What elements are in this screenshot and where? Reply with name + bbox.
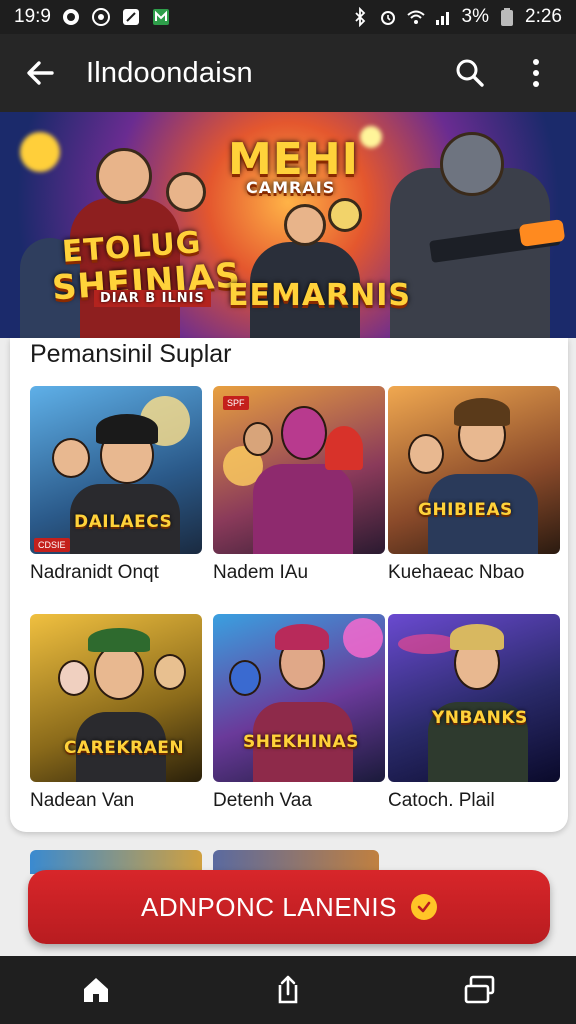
tile-art-text: CAREKRAEN — [64, 738, 185, 758]
app-bar: Ilndoondaisn — [0, 34, 576, 112]
tile-art-text: GHIBIEAS — [418, 500, 513, 520]
suggestions-card: Pemansinil Suplar DAILAECS CDSIE SPF GHI… — [10, 338, 568, 832]
game-tile-3[interactable]: GHIBIEAS — [388, 386, 560, 554]
tile-character-body — [253, 464, 353, 554]
tile-glow — [398, 634, 458, 654]
search-icon — [456, 59, 484, 87]
check-circle-icon — [411, 894, 437, 920]
back-button[interactable] — [18, 51, 62, 95]
banner-character-blonde-head — [328, 198, 362, 232]
home-icon — [84, 978, 108, 1002]
banner-character-left-head — [96, 148, 152, 204]
tile-character-hair — [454, 398, 510, 426]
tile-character-hair — [325, 426, 363, 470]
tile-character-face — [52, 438, 90, 478]
tile-art-text: SHEKHINAS — [243, 732, 359, 752]
tile-character-face — [94, 644, 144, 700]
tile-art-text: YNBANKS — [432, 708, 528, 728]
tile-character-face — [58, 660, 90, 696]
tile-character-face — [154, 654, 186, 690]
share-icon — [278, 975, 298, 1004]
banner-spark — [20, 132, 60, 172]
banner-spark — [360, 126, 382, 148]
app-bar-actions — [448, 51, 558, 95]
share-button[interactable] — [260, 962, 316, 1018]
primary-action-button[interactable]: ADNPONC LANENIS — [28, 870, 550, 944]
tile-character-hair — [450, 624, 504, 650]
page-title: Ilndoondaisn — [86, 56, 253, 89]
wifi-icon — [406, 7, 426, 27]
gallery-icon — [61, 7, 81, 27]
tile-badge: SPF — [223, 396, 249, 410]
game-tile-4[interactable]: CAREKRAEN — [30, 614, 202, 782]
recent-apps-button[interactable] — [452, 962, 508, 1018]
status-right: 3% 2:26 — [350, 6, 562, 28]
more-vert-icon — [533, 59, 539, 87]
tile-character-face — [229, 660, 261, 696]
banner-character-kid-head — [166, 172, 206, 212]
arrow-back-icon — [27, 61, 54, 85]
recent-apps-icon — [464, 975, 495, 1004]
game-tile-2[interactable]: SPF — [213, 386, 385, 554]
tile-label[interactable]: Nadean Van — [30, 790, 134, 812]
tile-label[interactable]: Catoch. Plail — [388, 790, 495, 812]
status-left: 19:9 — [14, 6, 171, 28]
settings-icon — [91, 7, 111, 27]
compass-icon — [121, 7, 141, 27]
tile-label[interactable]: Detenh Vaa — [213, 790, 312, 812]
game-tile-1[interactable]: DAILAECS CDSIE — [30, 386, 202, 554]
status-bar: 19:9 3% 2:26 — [0, 0, 576, 34]
banner-character-middle-head — [284, 204, 326, 246]
game-tile-6[interactable]: YNBANKS — [388, 614, 560, 782]
bluetooth-icon — [350, 7, 370, 27]
system-nav-bar — [0, 956, 576, 1024]
banner-center-bottom: EEMARNIS — [228, 278, 412, 313]
game-tile-5[interactable]: SHEKHINAS — [213, 614, 385, 782]
battery-icon — [497, 7, 517, 27]
status-clock: 2:26 — [525, 6, 562, 27]
app-m-icon — [151, 7, 171, 27]
status-time: 19:9 — [14, 6, 51, 27]
primary-action-label: ADNPONC LANENIS — [141, 891, 397, 922]
tile-character-cap — [88, 628, 150, 652]
banner-character-right-helmet — [440, 132, 504, 196]
tile-art-text: DAILAECS — [74, 512, 173, 532]
home-button[interactable] — [68, 962, 124, 1018]
tile-label[interactable]: Kuehaeac Nbao — [388, 562, 524, 584]
signal-icon — [434, 7, 454, 27]
tile-label[interactable]: Nadranidt Onqt — [30, 562, 159, 584]
tile-character-face — [243, 422, 273, 456]
banner-left-subtitle: DIAR B ILNIS — [94, 290, 211, 307]
banner-center-subtitle: CAMRAIS — [246, 178, 336, 197]
more-options-button[interactable] — [514, 51, 558, 95]
featured-banner[interactable]: ETOLUG SHEINIAS DIAR B ILNIS MEHI CAMRAI… — [0, 112, 576, 338]
section-title: Pemansinil Suplar — [30, 340, 232, 368]
tile-character-hair — [96, 414, 158, 444]
tile-label[interactable]: Nadem IAu — [213, 562, 308, 584]
search-button[interactable] — [448, 51, 492, 95]
tile-character-helmet — [275, 624, 329, 650]
battery-percent: 3% — [461, 6, 490, 27]
tile-glow — [343, 618, 383, 658]
tile-badge: CDSIE — [34, 538, 70, 552]
alarm-icon — [378, 7, 398, 27]
tile-character-helmet — [281, 406, 327, 460]
tile-character-face — [408, 434, 444, 474]
